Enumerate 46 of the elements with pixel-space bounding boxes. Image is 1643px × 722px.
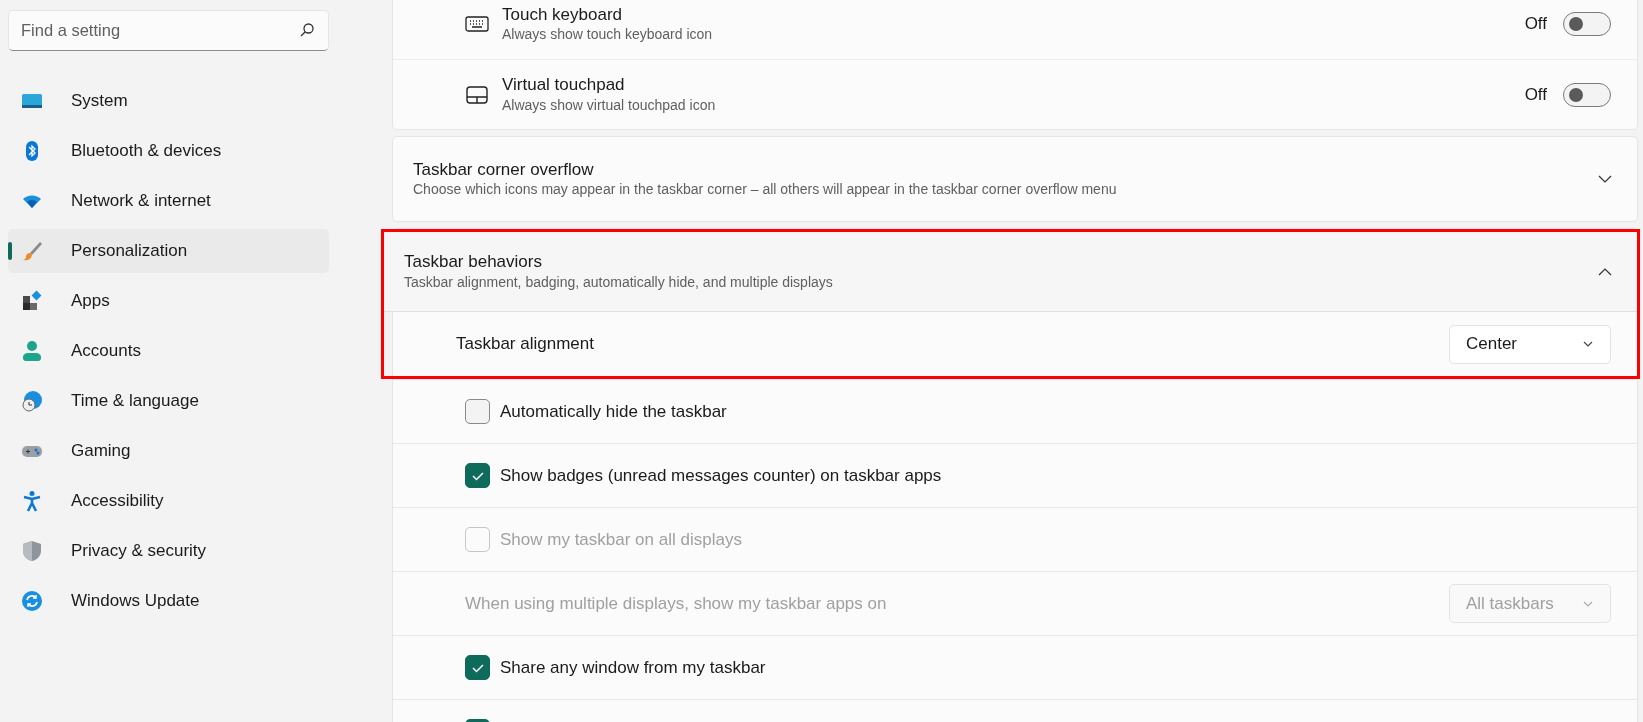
setting-label: When using multiple displays, show my taskbar apps on — [465, 592, 888, 615]
checkbox-label: Share any window from my taskbar — [500, 656, 766, 679]
person-icon — [21, 340, 43, 362]
setting-title: Touch keyboard — [502, 4, 624, 26]
checkbox-label: Automatically hide the taskbar — [500, 400, 727, 423]
expander-title: Taskbar corner overflow — [413, 159, 595, 181]
checkbox[interactable] — [465, 463, 490, 488]
setting-description: Always show touch keyboard icon — [502, 25, 714, 44]
expander-header[interactable]: Taskbar behaviors Taskbar alignment, badging, automatically hide, and multiple displays — [384, 232, 1637, 312]
checkbox[interactable] — [465, 399, 490, 424]
sidebar-item[interactable]: Windows Update — [8, 579, 329, 623]
setting-title: Virtual touchpad — [502, 75, 626, 96]
selection-indicator — [8, 242, 12, 260]
sidebar-item[interactable]: Apps — [8, 279, 329, 323]
search-field[interactable]: Find a setting — [8, 10, 329, 51]
search-icon[interactable] — [299, 22, 315, 38]
globe-clock-icon — [21, 390, 43, 412]
toggle-switch[interactable] — [1563, 82, 1611, 107]
setting-label: Taskbar alignment — [456, 333, 595, 356]
sidebar-item[interactable]: Bluetooth & devices — [8, 129, 329, 173]
dropdown: All taskbars — [1449, 584, 1611, 623]
sidebar-item[interactable]: System — [8, 79, 329, 123]
checkbox[interactable] — [465, 655, 490, 680]
sidebar-item[interactable]: Accounts — [8, 329, 329, 373]
sidebar-item[interactable]: Privacy & security — [8, 529, 329, 573]
sidebar-item[interactable]: Accessibility — [8, 479, 329, 523]
setting-description: Always show virtual touchpad icon — [502, 95, 717, 114]
expander-description: Choose which icons may appear in the taskbar corner – all others will appear in the taskbar corner overflow menu — [413, 180, 1118, 199]
dropdown[interactable]: Center — [1449, 324, 1611, 364]
sync-icon — [21, 590, 43, 612]
checkbox-label: Show my taskbar on all displays — [500, 528, 742, 551]
sidebar-item[interactable]: Time & language — [8, 379, 329, 423]
sidebar-item[interactable]: Gaming — [8, 429, 329, 473]
paintbrush-icon — [21, 240, 43, 262]
accessibility-icon — [21, 490, 43, 512]
toggle-switch[interactable] — [1563, 12, 1611, 36]
expander-title: Taskbar behaviors — [404, 252, 543, 273]
apps-icon — [21, 290, 43, 312]
toggle-state: Off — [1524, 13, 1547, 36]
sidebar-item[interactable]: Network & internet — [8, 179, 329, 223]
shield-icon — [21, 540, 43, 562]
toggle-state: Off — [1524, 83, 1547, 106]
sidebar-item[interactable]: Personalization — [8, 229, 329, 273]
expander-header[interactable]: Taskbar corner overflow Choose which icons may appear in the taskbar corner – all others will appear in the taskbar corner overflow menu — [393, 137, 1637, 221]
expander-description: Taskbar alignment, badging, automatically hide, and multiple displays — [404, 272, 834, 291]
checkbox-label: Show badges (unread messages counter) on taskbar apps — [500, 464, 942, 487]
